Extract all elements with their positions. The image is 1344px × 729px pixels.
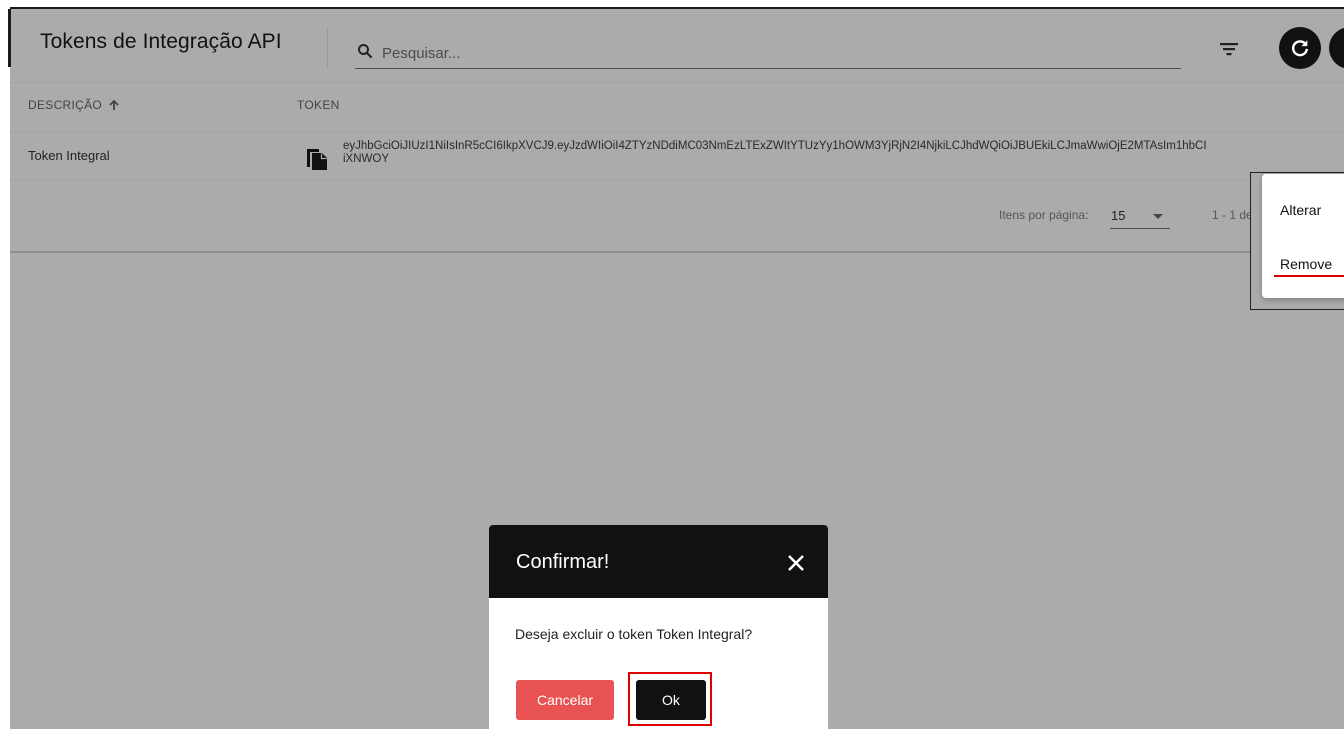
token-line-2: iXNWOY bbox=[343, 153, 389, 165]
column-header-description-label: DESCRIÇÃO bbox=[28, 98, 103, 112]
top-border-dark bbox=[10, 7, 1344, 9]
top-border bbox=[0, 0, 1344, 7]
table-cell-token: eyJhbGciOiJIUzI1NiIsInR5cCI6IkpXVCJ9.eyJ… bbox=[343, 140, 1343, 166]
filter-icon[interactable] bbox=[1214, 34, 1244, 64]
page-size-select[interactable]: 15 bbox=[1110, 204, 1170, 229]
table-row-divider bbox=[10, 179, 1344, 180]
pagination-range: 1 - 1 de bbox=[1212, 208, 1253, 222]
page-size-value: 15 bbox=[1111, 208, 1126, 223]
table-cell-description: Token Integral bbox=[28, 148, 110, 163]
items-per-page-label: Itens por página: bbox=[999, 208, 1089, 222]
search-field[interactable] bbox=[355, 38, 1181, 69]
arrow-up-icon bbox=[109, 99, 119, 110]
table-footer-divider bbox=[10, 251, 1344, 253]
confirm-dialog: Confirmar! Deseja excluir o token Token … bbox=[489, 525, 828, 729]
dialog-header: Confirmar! bbox=[489, 525, 828, 598]
ok-button[interactable]: Ok bbox=[636, 680, 706, 720]
menu-item-remover[interactable]: Remove bbox=[1280, 256, 1332, 272]
left-accent-bar bbox=[8, 9, 11, 67]
token-line-1: eyJhbGciOiJIUzI1NiIsInR5cCI6IkpXVCJ9.eyJ… bbox=[343, 140, 1207, 152]
dialog-message: Deseja excluir o token Token Integral? bbox=[515, 626, 753, 642]
refresh-button[interactable] bbox=[1279, 27, 1321, 69]
refresh-icon bbox=[1291, 40, 1309, 57]
more-button[interactable] bbox=[1329, 27, 1344, 69]
page-title: Tokens de Integração API bbox=[40, 30, 282, 53]
search-icon bbox=[358, 44, 373, 59]
column-header-token: TOKEN bbox=[297, 98, 340, 112]
context-menu: Alterar Remove bbox=[1262, 174, 1344, 298]
search-input[interactable] bbox=[382, 42, 1162, 64]
title-divider bbox=[327, 28, 328, 68]
table-row-divider bbox=[10, 132, 1344, 133]
copy-icon[interactable] bbox=[305, 145, 329, 171]
app-root: Tokens de Integração API DESCRIÇÃO TOKEN… bbox=[0, 0, 1344, 729]
menu-item-alterar[interactable]: Alterar bbox=[1280, 202, 1321, 218]
close-icon[interactable] bbox=[786, 553, 806, 573]
left-edge bbox=[0, 7, 10, 729]
chevron-down-icon bbox=[1153, 214, 1163, 219]
dialog-title: Confirmar! bbox=[516, 551, 610, 573]
header-divider bbox=[10, 82, 1344, 83]
cancel-button[interactable]: Cancelar bbox=[516, 680, 614, 720]
column-header-description[interactable]: DESCRIÇÃO bbox=[28, 98, 120, 112]
menu-item-highlight bbox=[1274, 275, 1344, 277]
